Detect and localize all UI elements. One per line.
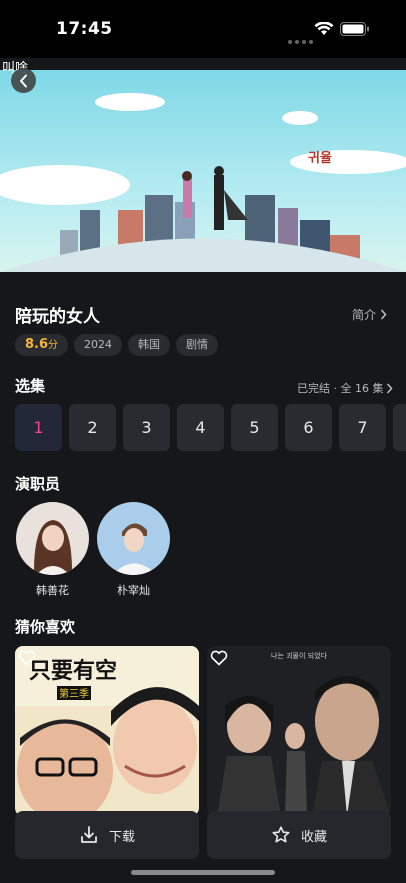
episode-button-5[interactable]: 5 bbox=[231, 404, 278, 451]
status-dots-icon bbox=[288, 29, 316, 48]
episode-button-partial[interactable] bbox=[393, 404, 406, 451]
status-bar: 17:45 bbox=[0, 0, 406, 58]
cast-name: 韩善花 bbox=[36, 584, 69, 597]
episode-button-7[interactable]: 7 bbox=[339, 404, 386, 451]
score-value: 8.6 bbox=[25, 337, 49, 352]
chevron-right-icon bbox=[387, 382, 394, 394]
episode-button-1[interactable]: 1 bbox=[15, 404, 62, 451]
score-badge: 8.6分 bbox=[15, 334, 69, 356]
episode-status-text: 已完结 · 全 16 集 bbox=[297, 382, 384, 395]
tag-list: 8.6分 2024 韩国 剧情 bbox=[15, 334, 219, 356]
cast-member[interactable]: 韩善花 bbox=[15, 502, 90, 598]
hero-overlay-text: 귀율 bbox=[308, 150, 332, 166]
episode-button-3[interactable]: 3 bbox=[123, 404, 170, 451]
chevron-left-icon bbox=[19, 74, 27, 87]
score-unit: 分 bbox=[48, 340, 59, 351]
chevron-right-icon bbox=[380, 309, 387, 320]
poster-image: 나는 괴물이 되었다 bbox=[207, 646, 391, 816]
heart-icon[interactable] bbox=[210, 650, 228, 666]
cast-member[interactable]: 朴宰灿 bbox=[96, 502, 171, 598]
intro-link[interactable]: 简介 bbox=[352, 306, 387, 323]
poster-image: 只要有空 第三季 bbox=[15, 646, 199, 816]
tag-region: 韩国 bbox=[128, 334, 171, 356]
favorite-button[interactable]: 收藏 bbox=[207, 811, 391, 859]
heart-icon[interactable] bbox=[18, 650, 36, 666]
cast-name: 朴宰灿 bbox=[117, 584, 150, 597]
back-button[interactable] bbox=[11, 68, 36, 93]
episode-button-4[interactable]: 4 bbox=[177, 404, 224, 451]
battery-icon bbox=[340, 22, 369, 36]
star-icon bbox=[272, 826, 290, 843]
avatar bbox=[16, 502, 89, 575]
episode-button-2[interactable]: 2 bbox=[69, 404, 116, 451]
download-icon bbox=[81, 826, 97, 843]
intro-label: 简介 bbox=[352, 308, 377, 322]
cast-list: 韩善花 朴宰灿 bbox=[15, 502, 171, 598]
episode-list: 1 2 3 4 5 6 7 bbox=[15, 404, 406, 451]
wifi-icon bbox=[314, 22, 334, 35]
download-button[interactable]: 下载 bbox=[15, 811, 199, 859]
avatar bbox=[97, 502, 170, 575]
poster-subtitle: 第三季 bbox=[59, 687, 89, 700]
hero-illustration: 귀율 bbox=[0, 70, 406, 272]
recommend-list: 只要有空 第三季 나는 괴물이 되었다 bbox=[15, 646, 391, 816]
hero-banner[interactable]: 귀율 bbox=[0, 70, 406, 272]
episodes-section-title: 选集 bbox=[15, 377, 46, 395]
favorite-label: 收藏 bbox=[300, 829, 327, 845]
download-label: 下载 bbox=[108, 829, 135, 845]
status-time: 17:45 bbox=[56, 19, 113, 39]
recommend-card[interactable]: 나는 괴물이 되었다 bbox=[207, 646, 391, 816]
action-bar: 下载 收藏 bbox=[15, 811, 391, 859]
recommend-section-title: 猜你喜欢 bbox=[15, 618, 76, 636]
recommend-card[interactable]: 只要有空 第三季 bbox=[15, 646, 199, 816]
episode-button-6[interactable]: 6 bbox=[285, 404, 332, 451]
poster-text: 나는 괴물이 되었다 bbox=[271, 651, 328, 660]
tag-year: 2024 bbox=[74, 334, 123, 356]
show-title: 陪玩的女人 bbox=[15, 307, 100, 327]
poster-title: 只要有空 bbox=[29, 658, 117, 684]
tag-genre: 剧情 bbox=[176, 334, 219, 356]
home-indicator[interactable] bbox=[131, 870, 275, 875]
episode-status-link[interactable]: 已完结 · 全 16 集 bbox=[297, 380, 394, 396]
cast-section-title: 演职员 bbox=[15, 475, 61, 493]
